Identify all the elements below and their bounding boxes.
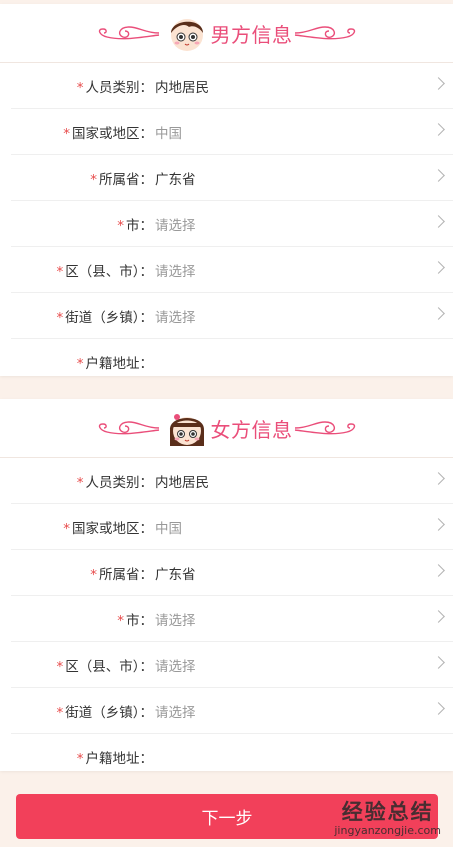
- field-label-text: 区（县、市）：: [65, 263, 153, 280]
- required-mark: *: [76, 79, 84, 96]
- male-form-rows: * 人员类别： 内地居民 * 国家或地区： 中国 * 所属省： 广东省 * 市： 请选择 * 区（县、市）…: [0, 63, 453, 384]
- required-mark: *: [56, 263, 64, 280]
- field-value[interactable]: 内地居民: [155, 76, 209, 96]
- field-label-text: 街道（乡镇）：: [65, 704, 153, 721]
- chevron-right-icon[interactable]: [432, 656, 445, 669]
- chevron-right-icon[interactable]: [432, 261, 445, 274]
- field-label: * 市：: [11, 214, 153, 234]
- field-label: * 街道（乡镇）：: [11, 306, 154, 326]
- required-mark: *: [117, 217, 124, 234]
- chevron-right-icon[interactable]: [432, 307, 445, 320]
- female-street-row[interactable]: * 街道（乡镇）： 请选择: [11, 688, 453, 734]
- required-mark: *: [76, 355, 84, 372]
- field-value[interactable]: 请选择: [155, 701, 196, 721]
- required-mark: *: [76, 474, 84, 491]
- required-mark: *: [117, 612, 124, 629]
- chevron-right-icon[interactable]: [432, 215, 445, 228]
- field-label-text: 市：: [126, 612, 153, 629]
- male-section-title: 男方信息: [210, 22, 293, 47]
- male-country-region-row[interactable]: * 国家或地区： 中国: [11, 109, 453, 155]
- required-mark: *: [90, 171, 97, 188]
- next-step-button[interactable]: 下一步: [16, 794, 438, 839]
- male-province-row[interactable]: * 所属省： 广东省: [11, 155, 453, 201]
- male-street-row[interactable]: * 街道（乡镇）： 请选择: [11, 293, 453, 339]
- chevron-right-icon[interactable]: [432, 169, 445, 182]
- male-section-header: 男方信息: [0, 4, 453, 63]
- female-province-row[interactable]: * 所属省： 广东省: [11, 550, 453, 596]
- field-value[interactable]: 请选择: [155, 655, 196, 675]
- field-label: * 国家或地区：: [11, 122, 153, 142]
- chevron-right-icon[interactable]: [432, 702, 445, 715]
- field-value[interactable]: 广东省: [155, 168, 196, 188]
- field-label-text: 户籍地址：: [85, 355, 154, 372]
- male-person-type-row[interactable]: * 人员类别： 内地居民: [11, 63, 453, 109]
- female-household-address-row[interactable]: * 户籍地址：: [11, 734, 453, 779]
- male-district-row[interactable]: * 区（县、市）： 请选择: [11, 247, 453, 293]
- field-value[interactable]: 请选择: [155, 214, 196, 234]
- field-value[interactable]: 内地居民: [155, 471, 209, 491]
- flourish-left-icon: [98, 421, 159, 435]
- boy-avatar-icon: [170, 19, 203, 51]
- chevron-right-icon[interactable]: [432, 77, 445, 90]
- female-section-header: 女方信息: [0, 399, 453, 458]
- required-mark: *: [90, 566, 97, 583]
- field-label: * 人员类别：: [11, 76, 153, 96]
- field-label: * 所属省：: [11, 563, 153, 583]
- required-mark: *: [56, 704, 64, 721]
- male-household-address-row[interactable]: * 户籍地址：: [11, 339, 453, 384]
- chevron-right-icon[interactable]: [432, 472, 445, 485]
- female-person-type-row[interactable]: * 人员类别： 内地居民: [11, 458, 453, 504]
- female-info-card: 女方信息 * 人员类别： 内地居民 * 国家或地区： 中国 * 所属省： 广东省 * 市： 请选择 * 区…: [0, 399, 453, 771]
- field-label-text: 区（县、市）：: [65, 658, 153, 675]
- chevron-right-icon[interactable]: [432, 610, 445, 623]
- field-label: * 国家或地区：: [11, 517, 153, 537]
- field-label: * 区（县、市）：: [11, 260, 154, 280]
- required-mark: *: [76, 750, 84, 767]
- field-label: * 人员类别：: [11, 471, 153, 491]
- field-label: * 市：: [11, 609, 153, 629]
- field-label-text: 户籍地址：: [85, 750, 154, 767]
- field-label: * 区（县、市）：: [11, 655, 154, 675]
- field-label-text: 国家或地区：: [72, 520, 153, 537]
- male-info-card: 男方信息 * 人员类别： 内地居民 * 国家或地区： 中国 * 所属省： 广东省 * 市： 请选择 * 区…: [0, 4, 453, 376]
- field-label: * 户籍地址：: [11, 747, 153, 767]
- female-city-row[interactable]: * 市： 请选择: [11, 596, 453, 642]
- field-value[interactable]: 广东省: [155, 563, 196, 583]
- field-label-text: 所属省：: [99, 171, 153, 188]
- chevron-right-icon[interactable]: [432, 123, 445, 136]
- field-value[interactable]: 中国: [155, 122, 182, 142]
- required-mark: *: [63, 520, 70, 537]
- field-label: * 户籍地址：: [11, 352, 153, 372]
- required-mark: *: [63, 125, 70, 142]
- required-mark: *: [56, 658, 64, 675]
- female-form-rows: * 人员类别： 内地居民 * 国家或地区： 中国 * 所属省： 广东省 * 市： 请选择 * 区（县、市）…: [0, 458, 453, 779]
- field-label: * 街道（乡镇）：: [11, 701, 154, 721]
- female-district-row[interactable]: * 区（县、市）： 请选择: [11, 642, 453, 688]
- field-value[interactable]: 请选择: [155, 609, 196, 629]
- female-section-title: 女方信息: [210, 417, 293, 442]
- field-value[interactable]: 中国: [155, 517, 182, 537]
- field-label-text: 所属省：: [99, 566, 153, 583]
- field-label-text: 市：: [126, 217, 153, 234]
- field-label-text: 人员类别：: [85, 474, 154, 491]
- flourish-left-icon: [98, 26, 159, 40]
- flourish-right-icon: [294, 421, 355, 435]
- chevron-right-icon[interactable]: [432, 518, 445, 531]
- field-label-text: 人员类别：: [85, 79, 154, 96]
- field-label: * 所属省：: [11, 168, 153, 188]
- field-value[interactable]: 请选择: [155, 306, 196, 326]
- field-label-text: 国家或地区：: [72, 125, 153, 142]
- girl-avatar-icon: [169, 414, 204, 446]
- flourish-right-icon: [294, 26, 355, 40]
- female-country-region-row[interactable]: * 国家或地区： 中国: [11, 504, 453, 550]
- male-city-row[interactable]: * 市： 请选择: [11, 201, 453, 247]
- required-mark: *: [56, 309, 64, 326]
- field-label-text: 街道（乡镇）：: [65, 309, 153, 326]
- field-value[interactable]: 请选择: [155, 260, 196, 280]
- chevron-right-icon[interactable]: [432, 564, 445, 577]
